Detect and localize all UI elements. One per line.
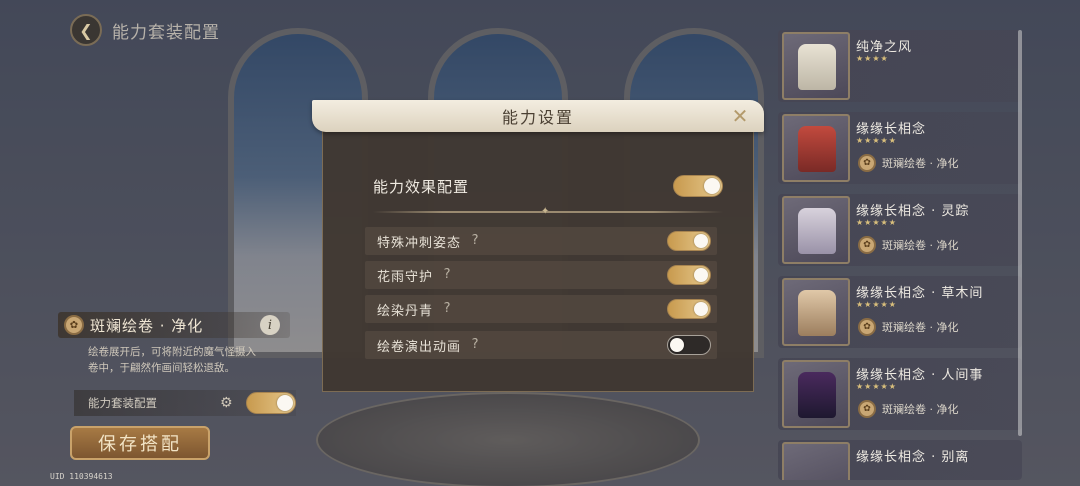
toggle-knob xyxy=(694,268,708,282)
option-row: 特殊冲刺姿态 ? xyxy=(365,227,717,255)
option-toggle[interactable] xyxy=(667,335,711,355)
suit-stars: ★★★★★ xyxy=(856,136,897,145)
toggle-knob xyxy=(704,178,720,194)
option-label: 绘卷演出动画 xyxy=(377,339,462,355)
suit-ability-label: 斑斓绘卷 · 净化 xyxy=(882,239,959,252)
option-label: 特殊冲刺姿态 xyxy=(377,235,462,251)
toggle-knob xyxy=(277,395,293,411)
suit-config-row: 能力套装配置 ⚙ xyxy=(74,390,296,416)
suit-list-scrollbar[interactable] xyxy=(1018,30,1022,436)
suit-config-label: 能力套装配置 xyxy=(88,396,157,410)
option-toggle[interactable] xyxy=(667,265,711,285)
back-arrow-icon: ❮ xyxy=(79,20,93,40)
skill-emblem-icon: ✿ xyxy=(64,315,84,335)
suit-thumbnail xyxy=(782,442,850,480)
option-row: 花雨守护 ? xyxy=(365,261,717,289)
gear-icon[interactable]: ⚙ xyxy=(220,395,236,411)
suit-thumbnail xyxy=(782,196,850,264)
suit-thumbnail xyxy=(782,360,850,428)
suit-stars: ★★★★★ xyxy=(856,382,897,391)
close-icon[interactable]: ✕ xyxy=(730,106,750,126)
back-button[interactable]: ❮ xyxy=(70,14,102,46)
suit-config-toggle[interactable] xyxy=(246,392,296,414)
suit-ability-label: 斑斓绘卷 · 净化 xyxy=(882,403,959,416)
toggle-knob xyxy=(694,234,708,248)
divider-ornament-icon: ✦ xyxy=(541,206,550,217)
suit-ability: ✿ 斑斓绘卷 · 净化 xyxy=(858,400,959,418)
help-icon[interactable]: ? xyxy=(439,301,455,317)
skill-description: 绘卷展开后，可将附近的魔气怪摄入 卷中，于翩然作画间轻松退敌。 xyxy=(58,344,290,376)
save-button[interactable]: 保存搭配 xyxy=(70,426,210,460)
suit-name: 缘缘长相念 · 灵踪 xyxy=(856,204,970,219)
main-option-toggle[interactable] xyxy=(673,175,723,197)
main-option-row: 能力效果配置 xyxy=(373,173,723,199)
option-toggle[interactable] xyxy=(667,299,711,319)
uid-label: UID 110394613 xyxy=(50,472,113,481)
help-icon[interactable]: ? xyxy=(467,337,483,353)
skill-description-line: 绘卷展开后，可将附近的魔气怪摄入 xyxy=(88,346,256,358)
skill-description-line: 卷中，于翩然作画间轻松退敌。 xyxy=(88,362,235,374)
suit-card[interactable]: 缘缘长相念 · 别离 xyxy=(778,440,1022,480)
suit-card[interactable]: 缘缘长相念 ★★★★★ ✿ 斑斓绘卷 · 净化 xyxy=(778,112,1022,184)
suit-name: 缘缘长相念 · 别离 xyxy=(856,450,970,465)
skill-emblem-icon: ✿ xyxy=(858,318,876,336)
suit-stars: ★★★★★ xyxy=(856,218,897,227)
suit-stars: ★★★★★ xyxy=(856,300,897,309)
modal-body: 能力效果配置 ✦ 特殊冲刺姿态 ? 花雨守护 ? 绘染丹青 ? 绘卷演出动画 ? xyxy=(322,120,754,392)
option-row: 绘卷演出动画 ? xyxy=(365,331,717,359)
skill-name: 斑斓绘卷 · 净化 xyxy=(90,316,204,335)
suit-ability: ✿ 斑斓绘卷 · 净化 xyxy=(858,318,959,336)
modal-title-banner: 能力设置 ✕ xyxy=(312,100,764,132)
suit-ability-label: 斑斓绘卷 · 净化 xyxy=(882,321,959,334)
skill-emblem-icon: ✿ xyxy=(858,236,876,254)
option-label: 花雨守护 xyxy=(377,269,434,285)
top-bar: ❮ 能力套装配置 xyxy=(70,14,220,46)
help-icon[interactable]: ? xyxy=(439,267,455,283)
option-toggle[interactable] xyxy=(667,231,711,251)
suit-name: 缘缘长相念 xyxy=(856,122,927,137)
ability-settings-modal: 能力效果配置 ✦ 特殊冲刺姿态 ? 花雨守护 ? 绘染丹青 ? 绘卷演出动画 ?… xyxy=(312,96,764,392)
suit-thumbnail xyxy=(782,32,850,100)
toggle-knob xyxy=(670,338,684,352)
divider: ✦ xyxy=(373,206,723,217)
suit-list[interactable]: 纯净之风 ★★★★ 缘缘长相念 ★★★★★ ✿ 斑斓绘卷 · 净化 缘缘长相念 … xyxy=(778,30,1022,486)
suit-card[interactable]: 缘缘长相念 · 灵踪 ★★★★★ ✿ 斑斓绘卷 · 净化 xyxy=(778,194,1022,266)
info-icon[interactable]: i xyxy=(260,315,280,335)
suit-card[interactable]: 纯净之风 ★★★★ xyxy=(778,30,1022,102)
suit-ability-label: 斑斓绘卷 · 净化 xyxy=(882,157,959,170)
suit-name: 缘缘长相念 · 人间事 xyxy=(856,368,984,383)
help-icon[interactable]: ? xyxy=(467,233,483,249)
option-row: 绘染丹青 ? xyxy=(365,295,717,323)
skill-header: ✿ 斑斓绘卷 · 净化 xyxy=(58,312,290,338)
toggle-knob xyxy=(694,302,708,316)
suit-card[interactable]: 缘缘长相念 · 人间事 ★★★★★ ✿ 斑斓绘卷 · 净化 xyxy=(778,358,1022,430)
modal-title: 能力设置 xyxy=(501,108,574,127)
skill-panel: ✿ 斑斓绘卷 · 净化 i 绘卷展开后，可将附近的魔气怪摄入 卷中，于翩然作画间… xyxy=(58,312,290,384)
page-title: 能力套装配置 xyxy=(112,22,220,43)
suit-ability: ✿ 斑斓绘卷 · 净化 xyxy=(858,236,959,254)
main-option-label: 能力效果配置 xyxy=(373,177,470,196)
suit-name: 纯净之风 xyxy=(856,40,913,55)
skill-emblem-icon: ✿ xyxy=(858,400,876,418)
suit-name: 缘缘长相念 · 草木间 xyxy=(856,286,984,301)
suit-stars: ★★★★ xyxy=(856,54,889,63)
option-label: 绘染丹青 xyxy=(377,303,434,319)
suit-thumbnail xyxy=(782,114,850,182)
suit-thumbnail xyxy=(782,278,850,346)
suit-ability: ✿ 斑斓绘卷 · 净化 xyxy=(858,154,959,172)
suit-card[interactable]: 缘缘长相念 · 草木间 ★★★★★ ✿ 斑斓绘卷 · 净化 xyxy=(778,276,1022,348)
skill-emblem-icon: ✿ xyxy=(858,154,876,172)
